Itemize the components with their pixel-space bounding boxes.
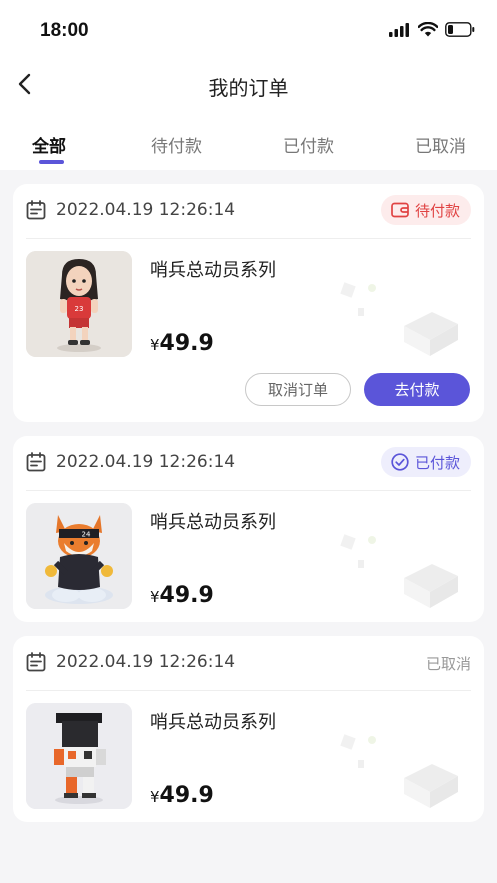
price: ¥49.9 xyxy=(150,783,214,808)
status-time: 18:00 xyxy=(40,20,89,41)
cancel-order-button[interactable]: 取消订单 xyxy=(245,373,351,406)
price-value: 49.9 xyxy=(159,331,214,356)
product-name[interactable]: 哨兵总动员系列 xyxy=(150,508,276,534)
order-datetime: 2022.04.19 12:26:14 xyxy=(56,652,236,672)
order-tabs: 全部 待付款 已付款 已取消 xyxy=(0,110,497,170)
order-header: 2022.04.19 12:26:14 已付款 xyxy=(13,436,484,491)
price: ¥49.9 xyxy=(150,331,214,356)
active-tab-indicator xyxy=(39,160,64,164)
signal-icon xyxy=(389,22,409,37)
product-name[interactable]: 哨兵总动员系列 xyxy=(150,256,276,282)
price-value: 49.9 xyxy=(159,783,214,808)
robot-figure-image xyxy=(26,703,132,809)
wifi-icon xyxy=(418,22,438,37)
svg-text:24: 24 xyxy=(82,531,91,539)
order-header: 2022.04.19 12:26:14 已取消 xyxy=(13,636,484,691)
watermark-decoration-icon xyxy=(340,282,458,356)
divider xyxy=(26,490,471,491)
tab-pending-payment[interactable]: 待付款 xyxy=(151,132,202,157)
currency-symbol: ¥ xyxy=(150,588,160,606)
price-value: 49.9 xyxy=(159,583,214,608)
status-badge: 已付款 xyxy=(380,447,471,477)
nav-bar: 我的订单 xyxy=(0,60,497,110)
status-bar: 18:00 xyxy=(0,0,497,60)
doll-figure-image: 23 xyxy=(26,251,132,357)
calendar-icon xyxy=(26,200,46,220)
svg-text:23: 23 xyxy=(75,305,84,313)
status-badge: 待付款 xyxy=(380,195,471,225)
status-label: 已取消 xyxy=(425,655,471,673)
order-header: 2022.04.19 12:26:14 待付款 xyxy=(13,184,484,239)
calendar-icon xyxy=(26,452,46,472)
tab-cancelled[interactable]: 已取消 xyxy=(415,132,466,157)
fox-ninja-figure-image: 24 xyxy=(26,503,132,609)
status-label: 待付款 xyxy=(414,201,460,220)
price: ¥49.9 xyxy=(150,583,214,608)
order-card[interactable]: 2022.04.19 12:26:14 已取消 哨兵总动员系列 ¥49.9 xyxy=(13,636,484,822)
check-circle-icon xyxy=(391,453,409,471)
watermark-decoration-icon xyxy=(340,734,458,808)
product-thumbnail[interactable]: 24 xyxy=(26,503,132,609)
currency-symbol: ¥ xyxy=(150,788,160,806)
currency-symbol: ¥ xyxy=(150,336,160,354)
divider xyxy=(26,238,471,239)
status-icons xyxy=(389,22,475,37)
watermark-decoration-icon xyxy=(340,534,458,608)
tab-all[interactable]: 全部 xyxy=(32,132,66,157)
order-card[interactable]: 2022.04.19 12:26:14 待付款 23 哨兵总动员系列 ¥49.9… xyxy=(13,184,484,422)
calendar-icon xyxy=(26,652,46,672)
order-card[interactable]: 2022.04.19 12:26:14 已付款 24 哨兵总动员系列 ¥49.9 xyxy=(13,436,484,622)
tab-paid[interactable]: 已付款 xyxy=(283,132,334,157)
status-label: 已付款 xyxy=(414,453,460,472)
product-name[interactable]: 哨兵总动员系列 xyxy=(150,708,276,734)
order-datetime: 2022.04.19 12:26:14 xyxy=(56,452,236,472)
product-thumbnail[interactable] xyxy=(26,703,132,809)
wallet-icon xyxy=(391,202,409,218)
order-datetime: 2022.04.19 12:26:14 xyxy=(56,200,236,220)
divider xyxy=(26,690,471,691)
pay-button[interactable]: 去付款 xyxy=(364,373,470,406)
product-thumbnail[interactable]: 23 xyxy=(26,251,132,357)
battery-icon xyxy=(445,22,475,37)
page-title: 我的订单 xyxy=(208,76,289,100)
